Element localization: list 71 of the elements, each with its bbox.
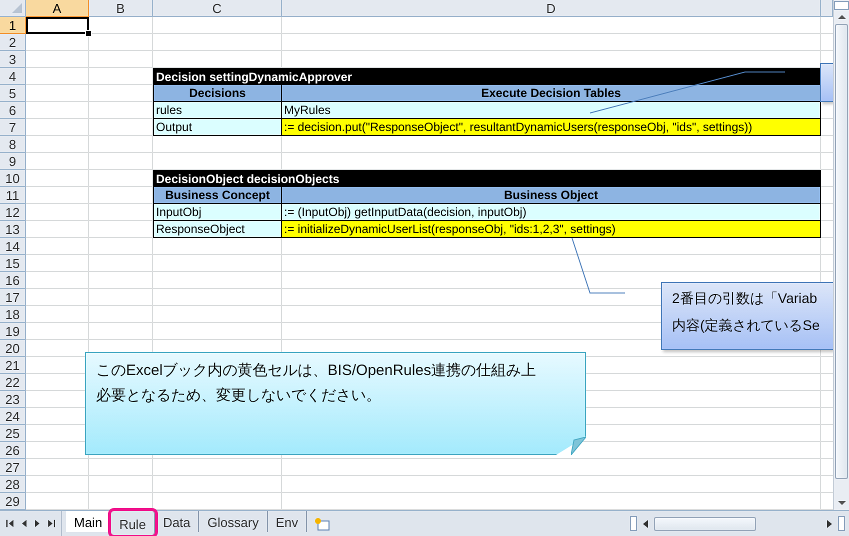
first-sheet-icon[interactable] bbox=[6, 519, 14, 528]
column-heading: Business Object bbox=[282, 187, 821, 204]
sheet-tab[interactable]: Main bbox=[66, 511, 112, 532]
split-handle[interactable] bbox=[630, 516, 637, 531]
row-header[interactable]: 12 bbox=[0, 204, 26, 221]
row-header[interactable]: 19 bbox=[0, 323, 26, 340]
table-cell: := decision.put("ResponseObject", resultantDynamicUsers(responseObj, "ids", settings)) bbox=[282, 119, 821, 136]
sheet-tab[interactable]: Data bbox=[154, 511, 200, 532]
column-header[interactable]: C bbox=[153, 0, 282, 17]
row-header[interactable]: 3 bbox=[0, 51, 26, 68]
row-header[interactable]: 24 bbox=[0, 408, 26, 425]
split-handle[interactable] bbox=[834, 1, 849, 10]
row-header[interactable]: 2 bbox=[0, 34, 26, 51]
row-header[interactable]: 20 bbox=[0, 340, 26, 357]
row-header[interactable]: 23 bbox=[0, 391, 26, 408]
column-heading: Execute Decision Tables bbox=[282, 85, 821, 102]
previous-sheet-icon[interactable] bbox=[20, 519, 28, 528]
table-cell: := initializeDynamicUserList(responseObj, "ids:1,2,3", settings) bbox=[282, 221, 821, 238]
note-text: 2番目の引数は「Variab bbox=[672, 289, 818, 308]
row-header[interactable]: 9 bbox=[0, 153, 26, 170]
scroll-thumb[interactable] bbox=[835, 24, 848, 479]
row-header[interactable]: 1 bbox=[0, 17, 26, 34]
scroll-right-icon[interactable] bbox=[825, 518, 834, 528]
column-heading: Decisions bbox=[153, 85, 282, 102]
table-cell: := (InputObj) getInputData(decision, inputObj) bbox=[282, 204, 821, 221]
row-header[interactable]: 28 bbox=[0, 476, 26, 493]
row-header[interactable]: 8 bbox=[0, 136, 26, 153]
row-header[interactable]: 15 bbox=[0, 255, 26, 272]
table-title: DecisionObject decisionObjects bbox=[153, 170, 821, 187]
column-header[interactable]: B bbox=[89, 0, 153, 17]
scroll-left-icon[interactable] bbox=[641, 518, 650, 528]
column-header[interactable]: A bbox=[26, 0, 89, 17]
scroll-thumb[interactable] bbox=[654, 516, 756, 530]
table-cell: ResponseObject bbox=[153, 221, 282, 238]
sheet-tab[interactable]: Env bbox=[268, 511, 308, 532]
sheet-tab[interactable]: Rule bbox=[111, 511, 155, 535]
note-text: 必要となるため、変更しないでください。 bbox=[96, 386, 382, 406]
callout-note bbox=[820, 63, 833, 102]
row-header[interactable]: 6 bbox=[0, 102, 26, 119]
row-header[interactable]: 26 bbox=[0, 442, 26, 459]
table-cell: rules bbox=[153, 102, 282, 119]
table-cell: Output bbox=[153, 119, 282, 136]
row-header[interactable]: 5 bbox=[0, 85, 26, 102]
table-title: Decision settingDynamicApprover bbox=[153, 68, 821, 85]
row-header[interactable]: 21 bbox=[0, 357, 26, 374]
row-header[interactable]: 29 bbox=[0, 493, 26, 510]
row-header[interactable]: 18 bbox=[0, 306, 26, 323]
table-cell: InputObj bbox=[153, 204, 282, 221]
row-header[interactable]: 17 bbox=[0, 289, 26, 306]
row-header[interactable]: 7 bbox=[0, 119, 26, 136]
row-header[interactable]: 11 bbox=[0, 187, 26, 204]
leader-line bbox=[572, 238, 626, 294]
table-cell: MyRules bbox=[282, 102, 821, 119]
row-header[interactable]: 4 bbox=[0, 68, 26, 85]
row-header[interactable]: 27 bbox=[0, 459, 26, 476]
sheet-tab[interactable]: Glossary bbox=[199, 511, 268, 532]
column-header[interactable]: D bbox=[282, 0, 821, 17]
column-heading: Business Concept bbox=[153, 187, 282, 204]
split-handle[interactable] bbox=[838, 516, 845, 531]
row-header[interactable]: 13 bbox=[0, 221, 26, 238]
row-header[interactable]: 22 bbox=[0, 374, 26, 391]
row-header[interactable]: 16 bbox=[0, 272, 26, 289]
note-text: 内容(定義されているSe bbox=[672, 316, 821, 335]
next-sheet-icon[interactable] bbox=[33, 519, 42, 528]
note-text: このExcelブック内の黄色セルは、BIS/OpenRules連携の仕組み上 bbox=[96, 361, 538, 381]
row-header[interactable]: 14 bbox=[0, 238, 26, 255]
last-sheet-icon[interactable] bbox=[46, 519, 55, 528]
row-header[interactable]: 25 bbox=[0, 425, 26, 442]
active-cell[interactable] bbox=[26, 17, 89, 34]
row-header[interactable]: 10 bbox=[0, 170, 26, 187]
insert-sheet-icon[interactable] bbox=[313, 516, 332, 530]
